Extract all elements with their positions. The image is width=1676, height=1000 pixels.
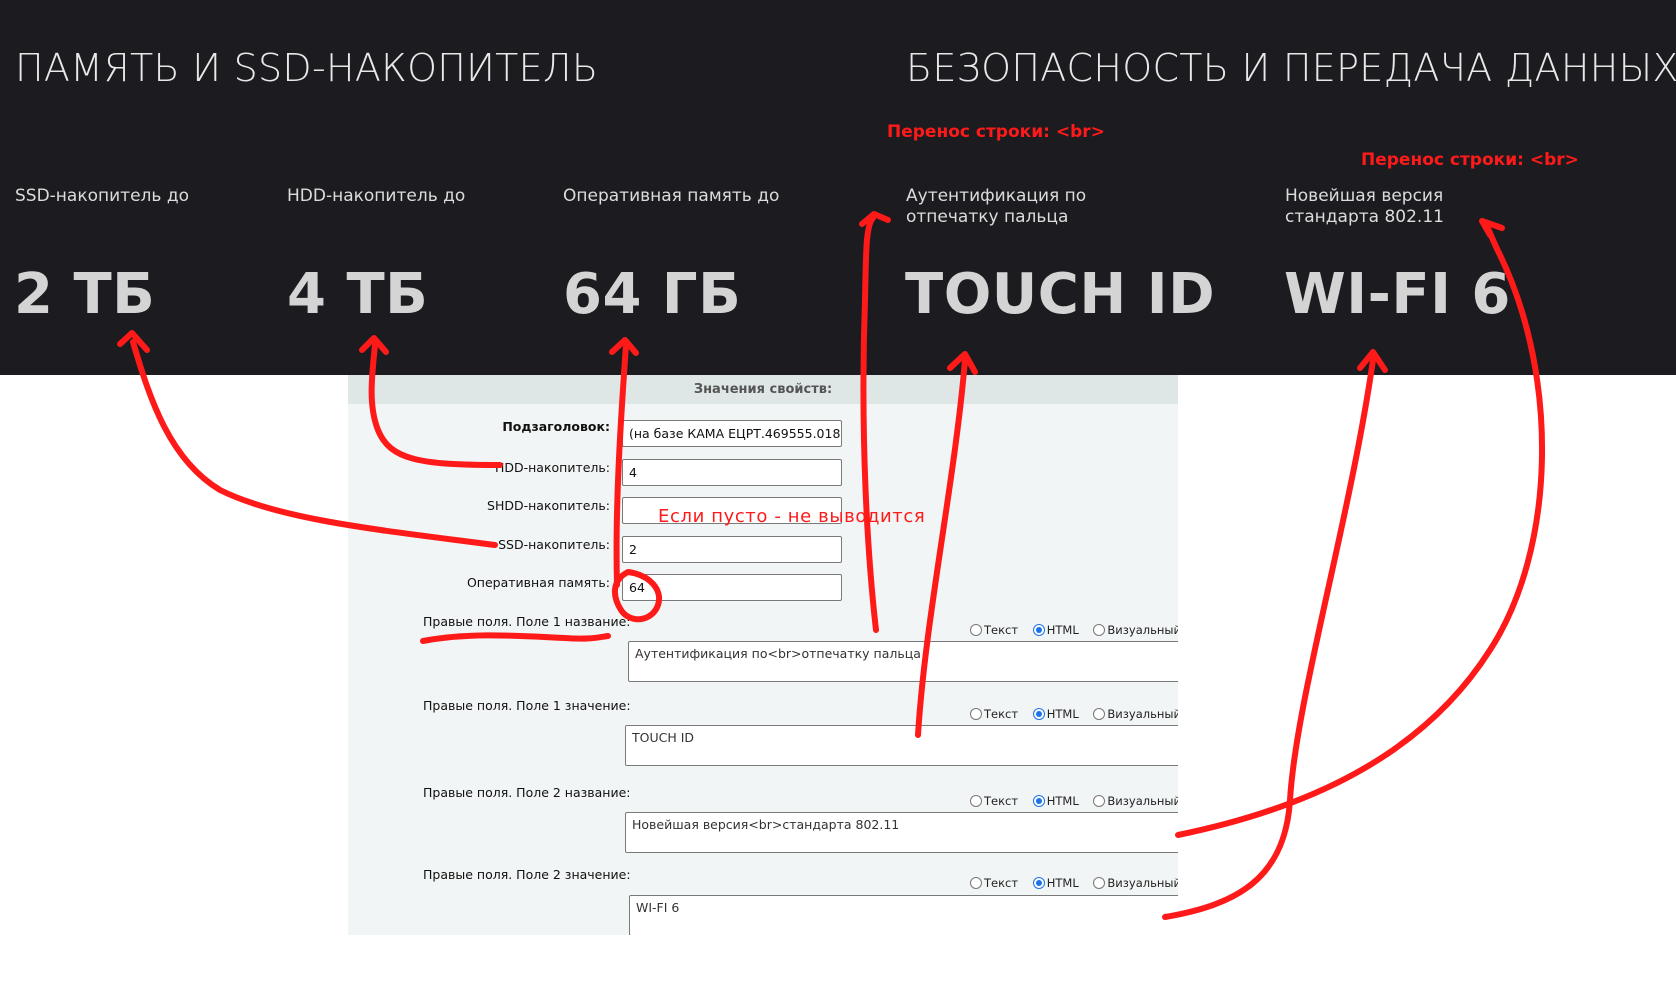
- ram-stat-label: Оперативная память до: [563, 186, 780, 206]
- mode-html-radio[interactable]: [1032, 624, 1045, 636]
- arrow-field2-value: [1162, 357, 1376, 920]
- mode-visual-radio[interactable]: [1093, 795, 1106, 807]
- field2-name-mode: Текст HTML Визуальный р: [970, 794, 1178, 808]
- mode-text-radio[interactable]: [970, 624, 982, 636]
- field2-value-mode: Текст HTML Визуальный р: [970, 876, 1178, 890]
- security-section-title: БЕЗОПАСНОСТЬ И ПЕРЕДАЧА ДАННЫХ: [906, 46, 1676, 90]
- properties-form: Значения свойств: Подзаголовок: (на базе…: [348, 375, 1178, 935]
- mode-visual-radio[interactable]: [1093, 877, 1106, 889]
- mode-html-radio[interactable]: [1032, 708, 1045, 720]
- form-header: Значения свойств:: [348, 375, 1178, 404]
- hdd-label: HDD-накопитель:: [494, 460, 610, 475]
- field1-value-textarea[interactable]: TOUCH ID: [625, 725, 1178, 766]
- promo-section: ПАМЯТЬ И SSD-НАКОПИТЕЛЬ БЕЗОПАСНОСТЬ И П…: [0, 0, 1676, 375]
- ssd-label: SSD-накопитель:: [498, 537, 610, 552]
- field1-value-label: Правые поля. Поле 1 значение:: [423, 698, 631, 713]
- mode-html-radio[interactable]: [1032, 877, 1045, 889]
- wifi-label-line2: стандарта 802.11: [1285, 207, 1444, 227]
- ram-label: Оперативная память:: [466, 575, 610, 590]
- ssd-stat-value: 2 ТБ: [14, 262, 156, 327]
- ram-stat-value: 64 ГБ: [563, 262, 742, 327]
- ssd-stat-label: SSD-накопитель до: [15, 186, 189, 206]
- hdd-input[interactable]: 4: [622, 459, 842, 486]
- touchid-stat-label: Аутентификация по отпечатку пальца: [906, 186, 1086, 228]
- touchid-label-line1: Аутентификация по: [906, 186, 1087, 206]
- line-break-annotation-2: Перенос строки: <br>: [1361, 150, 1579, 170]
- field2-name-textarea[interactable]: Новейшая версия<br>стандарта 802.11: [625, 812, 1178, 853]
- hdd-stat-label: HDD-накопитель до: [287, 186, 466, 206]
- wifi-stat-value: WI-FI 6: [1284, 262, 1511, 327]
- memory-section-title: ПАМЯТЬ И SSD-НАКОПИТЕЛЬ: [15, 46, 599, 90]
- wifi-label-line1: Новейшая версия: [1285, 186, 1444, 206]
- line-break-annotation-1: Перенос строки: <br>: [887, 122, 1105, 142]
- field1-name-textarea[interactable]: Аутентификация по<br>отпечатку пальца: [628, 641, 1178, 682]
- mode-text-radio[interactable]: [970, 877, 982, 889]
- touchid-stat-value: TOUCH ID: [905, 262, 1216, 327]
- mode-visual-radio[interactable]: [1093, 708, 1106, 720]
- shdd-label: SHDD-накопитель:: [487, 498, 610, 513]
- hdd-stat-value: 4 ТБ: [287, 262, 429, 327]
- field1-name-mode: Текст HTML Визуальный р: [970, 623, 1178, 637]
- field1-name-label: Правые поля. Поле 1 название:: [423, 614, 631, 629]
- wifi-stat-label: Новейшая версия стандарта 802.11: [1285, 186, 1444, 228]
- field2-value-label: Правые поля. Поле 2 значение:: [423, 867, 631, 882]
- field2-value-textarea[interactable]: WI-FI 6: [629, 895, 1178, 935]
- mode-text-radio[interactable]: [970, 708, 982, 720]
- empty-field-annotation: Если пусто - не выводится: [658, 506, 926, 527]
- ssd-input[interactable]: 2: [622, 536, 842, 563]
- field2-name-label: Правые поля. Поле 2 название:: [423, 785, 631, 800]
- mode-visual-radio[interactable]: [1093, 624, 1106, 636]
- field1-value-mode: Текст HTML Визуальный р: [970, 707, 1178, 721]
- subtitle-label: Подзаголовок:: [502, 419, 610, 434]
- mode-text-radio[interactable]: [970, 795, 982, 807]
- subtitle-input[interactable]: (на базе КАМА ЕЦРТ.469555.018): [622, 420, 842, 447]
- mode-html-radio[interactable]: [1032, 795, 1045, 807]
- ram-input[interactable]: 64: [622, 574, 842, 601]
- touchid-label-line2: отпечатку пальца: [906, 207, 1069, 227]
